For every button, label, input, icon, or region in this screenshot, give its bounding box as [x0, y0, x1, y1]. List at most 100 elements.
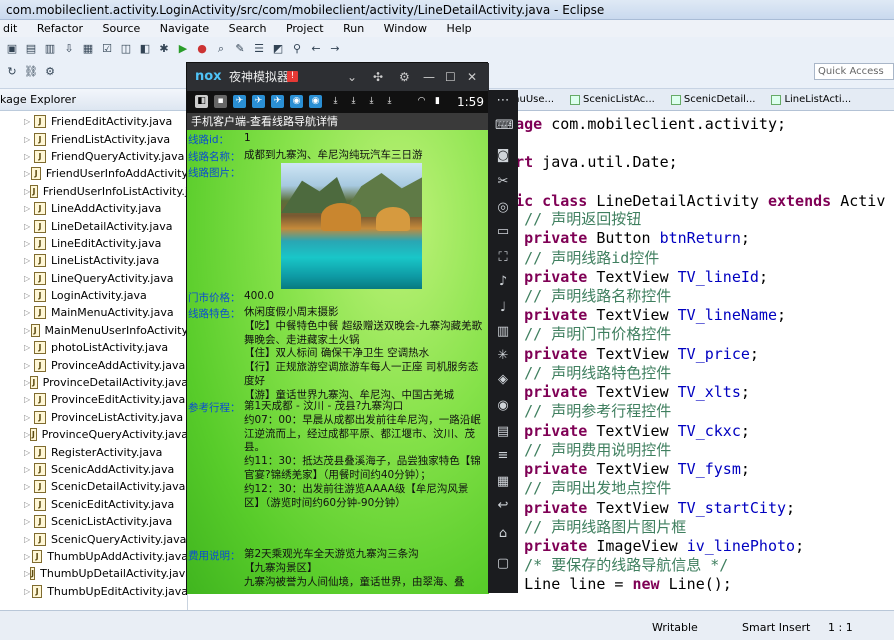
tree-item[interactable]: ▷ J RegisterActivity.java	[0, 443, 188, 460]
print-icon[interactable]: ▥	[42, 41, 58, 57]
package-explorer-tab[interactable]: kage Explorer	[0, 89, 187, 111]
expand-arrow-icon[interactable]: ▷	[24, 204, 34, 213]
tab-scenic-list[interactable]: ScenicListAc...	[564, 94, 661, 105]
task-icon[interactable]: ☰	[251, 41, 267, 57]
expand-arrow-icon[interactable]: ▷	[24, 239, 34, 248]
tree-item[interactable]: ▷ J ThumbUpAddActivity.java	[0, 548, 188, 565]
tree-item[interactable]: ▷ J LineListActivity.java	[0, 252, 188, 269]
tree-item[interactable]: ▷ J ScenicAddActivity.java	[0, 461, 188, 478]
pin-icon[interactable]: ⚲	[289, 41, 305, 57]
expand-arrow-icon[interactable]: ▷	[24, 135, 34, 144]
apk-install-icon[interactable]: ▥	[495, 324, 511, 340]
recent-apps-icon[interactable]: ▢	[495, 556, 511, 572]
back-icon[interactable]: ←	[308, 41, 324, 57]
menu-navigate[interactable]: Navigate	[157, 20, 209, 37]
code-editor[interactable]: ackage com.mobileclient.activity;mport j…	[488, 111, 894, 610]
more-icon[interactable]: ⋯	[495, 93, 511, 109]
menu-icon[interactable]: ≡	[495, 448, 511, 464]
link-icon[interactable]: ⛓	[23, 64, 39, 80]
tree-item[interactable]: ▷ J ThumbUpDetailActivity.java	[0, 565, 192, 582]
tree-item[interactable]: ▷ J ScenicQueryActivity.java	[0, 530, 188, 547]
home-icon[interactable]: ⌂	[495, 526, 511, 542]
expand-arrow-icon[interactable]: ▷	[24, 169, 31, 178]
run-icon[interactable]: ▶	[175, 41, 191, 57]
rotate-icon[interactable]: ▦	[495, 474, 511, 490]
expand-arrow-icon[interactable]: ▷	[24, 535, 34, 544]
expand-arrow-icon[interactable]: ▷	[24, 448, 34, 457]
volume-up-icon[interactable]: ♪	[495, 274, 511, 290]
menu-run[interactable]: Run	[340, 20, 364, 37]
tree-item[interactable]: ▷ J LineQueryActivity.java	[0, 270, 188, 287]
shake-icon[interactable]: ✳	[495, 348, 511, 364]
expand-arrow-icon[interactable]: ▷	[24, 343, 34, 352]
back-icon[interactable]: ↩	[495, 498, 511, 514]
scissors-icon[interactable]: ✂	[495, 174, 511, 190]
pin-icon[interactable]: ✣	[373, 63, 383, 91]
debug-icon[interactable]: ✱	[156, 41, 172, 57]
download-icon[interactable]: ⇩	[61, 41, 77, 57]
expand-arrow-icon[interactable]: ▷	[24, 274, 34, 283]
expand-arrow-icon[interactable]: ▷	[24, 222, 34, 231]
expand-arrow-icon[interactable]: ▷	[24, 482, 34, 491]
tree-item[interactable]: ▷ J ThumbUpEditActivity.java	[0, 583, 188, 600]
refresh-icon[interactable]: ↻	[4, 64, 20, 80]
wrench-icon[interactable]: ⚙	[42, 64, 58, 80]
tree-item[interactable]: ▷ J ProvinceListActivity.java	[0, 409, 188, 426]
expand-arrow-icon[interactable]: ▷	[24, 152, 34, 161]
tree-item[interactable]: ▷ J ProvinceAddActivity.java	[0, 356, 188, 373]
tab-line-list[interactable]: LineListActi...	[765, 94, 857, 105]
expand-arrow-icon[interactable]: ▷	[24, 117, 34, 126]
tree-item[interactable]: ▷ J MainMenuActivity.java	[0, 304, 188, 321]
screen-icon[interactable]: ▭	[495, 224, 511, 240]
tree-item[interactable]: ▷ J FriendListActivity.java	[0, 130, 188, 147]
robot-icon[interactable]: ◙	[495, 148, 511, 164]
close-icon[interactable]: ✕	[467, 63, 477, 91]
volume-down-icon[interactable]: ♩	[495, 300, 511, 316]
fullscreen-icon[interactable]: ⛶	[495, 250, 511, 266]
expand-arrow-icon[interactable]: ▷	[24, 517, 34, 526]
menu-edit[interactable]: dit	[0, 20, 17, 37]
menu-help[interactable]: Help	[444, 20, 472, 37]
tree-item[interactable]: ▷ J FriendEditActivity.java	[0, 113, 188, 130]
tree-item[interactable]: ▷ J ScenicEditActivity.java	[0, 496, 188, 513]
record-icon[interactable]: ◉	[495, 398, 511, 414]
tree-item[interactable]: ▷ J ProvinceQueryActivity.java	[0, 426, 188, 443]
tree-item[interactable]: ▷ J ProvinceEditActivity.java	[0, 391, 188, 408]
server-icon[interactable]: ▦	[80, 41, 96, 57]
class-icon[interactable]: ◧	[137, 41, 153, 57]
expand-arrow-icon[interactable]: ▷	[24, 413, 34, 422]
tree-item[interactable]: ▷ J LineDetailActivity.java	[0, 217, 188, 234]
keyboard-icon[interactable]: ⌨	[495, 118, 514, 134]
tree-item[interactable]: ▷ JphotoListActivity.java	[0, 339, 188, 356]
expand-arrow-icon[interactable]: ▷	[24, 291, 34, 300]
chevron-down-icon[interactable]: ⌄	[347, 63, 357, 91]
tree-item[interactable]: ▷ J ScenicDetailActivity.java	[0, 478, 188, 495]
expand-arrow-icon[interactable]: ▷	[24, 500, 34, 509]
expand-arrow-icon[interactable]: ▷	[24, 552, 32, 561]
gear-icon[interactable]: ⚙	[399, 63, 410, 91]
expand-arrow-icon[interactable]: ▷	[24, 465, 34, 474]
tree-item[interactable]: ▷ J LineAddActivity.java	[0, 200, 188, 217]
tree-item[interactable]: ▷ J ProvinceDetailActivity.java	[0, 374, 188, 391]
forward-icon[interactable]: →	[327, 41, 343, 57]
expand-arrow-icon[interactable]: ▷	[24, 326, 31, 335]
new-icon[interactable]: ▣	[4, 41, 20, 57]
tree-item[interactable]: ▷ J LoginActivity.java	[0, 287, 188, 304]
expand-arrow-icon[interactable]: ▷	[24, 361, 34, 370]
search-icon[interactable]: ⌕	[213, 41, 229, 57]
edit-icon[interactable]: ✎	[232, 41, 248, 57]
menu-search[interactable]: Search	[226, 20, 267, 37]
line-photo-image[interactable]	[281, 163, 422, 289]
menu-source[interactable]: Source	[100, 20, 141, 37]
tab-scenic-detail[interactable]: ScenicDetail...	[665, 94, 762, 105]
tree-item[interactable]: ▷ J ScenicListActivity.java	[0, 513, 188, 530]
tree-item[interactable]: ▷ J LineEditActivity.java	[0, 235, 188, 252]
expand-arrow-icon[interactable]: ▷	[24, 256, 34, 265]
tree-item[interactable]: ▷ J FriendQueryActivity.java	[0, 148, 188, 165]
minimize-icon[interactable]: —	[423, 63, 435, 91]
checkbox-icon[interactable]: ☑	[99, 41, 115, 57]
location-icon[interactable]: ◎	[495, 200, 511, 216]
tree-item[interactable]: ▷ J MainMenuUserInfoActivity	[0, 322, 188, 339]
quick-access-input[interactable]: Quick Access	[814, 63, 894, 80]
expand-arrow-icon[interactable]: ▷	[24, 308, 34, 317]
